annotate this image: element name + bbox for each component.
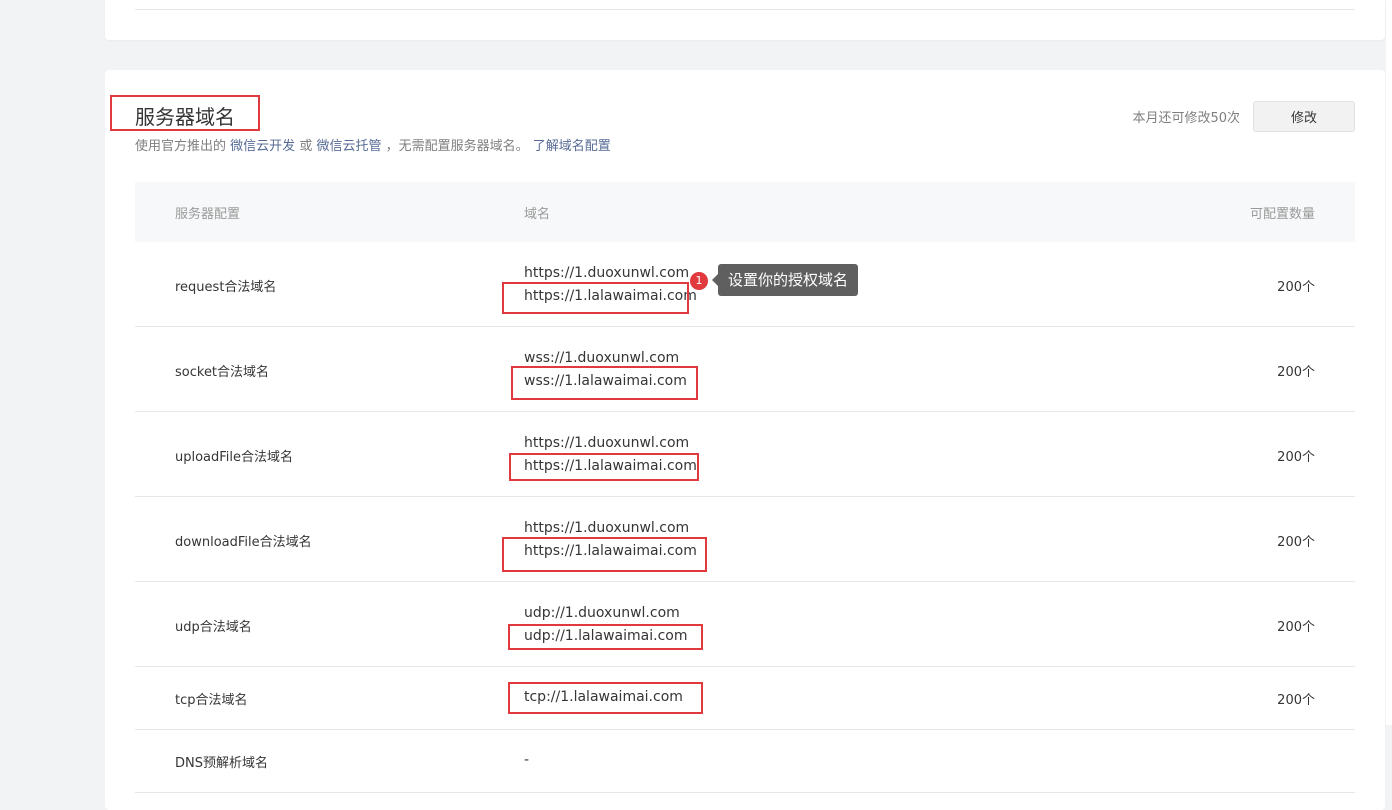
cloud-host-link[interactable]: 微信云托管 xyxy=(316,139,381,154)
domain-table: 服务器配置 域名 可配置数量 request合法域名 https://1.duo… xyxy=(135,182,1355,793)
row-name: downloadFile合法域名 xyxy=(175,535,312,550)
row-count: 200个 xyxy=(1277,620,1315,635)
row-name: uploadFile合法域名 xyxy=(175,450,294,465)
domain-primary: udp://1.duoxunwl.com xyxy=(524,605,680,621)
table-header: 服务器配置 域名 可配置数量 xyxy=(135,182,1355,242)
row-count: 200个 xyxy=(1277,693,1315,708)
divider xyxy=(135,9,1355,10)
domain-highlight-box xyxy=(502,282,689,314)
domain-highlight-box xyxy=(509,453,699,481)
domain-highlight-box xyxy=(508,682,703,714)
row-domains: - xyxy=(524,749,529,772)
domain-highlight-box xyxy=(508,624,703,650)
table-row: socket合法域名 wss://1.duoxunwl.com wss://1.… xyxy=(135,327,1355,412)
row-name: udp合法域名 xyxy=(175,620,252,635)
desc-prefix: 使用官方推出的 xyxy=(135,139,227,154)
header-domain: 域名 xyxy=(524,207,551,222)
row-count: 200个 xyxy=(1277,280,1315,295)
server-domain-card: 服务器域名 使用官方推出的 微信云开发 或 微信云托管 ，无需配置服务器域名。 … xyxy=(105,70,1385,810)
row-count: 200个 xyxy=(1277,450,1315,465)
section-title: 服务器域名 xyxy=(135,105,235,129)
row-count: 200个 xyxy=(1277,535,1315,550)
learn-domain-link[interactable]: 了解域名配置 xyxy=(533,139,611,154)
section-description: 使用官方推出的 微信云开发 或 微信云托管 ，无需配置服务器域名。 了解域名配置 xyxy=(135,138,611,156)
row-name: socket合法域名 xyxy=(175,365,270,380)
header-config: 服务器配置 xyxy=(175,207,241,222)
header-count: 可配置数量 xyxy=(1249,207,1315,222)
table-row: udp合法域名 udp://1.duoxunwl.com udp://1.lal… xyxy=(135,582,1355,667)
previous-section-card xyxy=(105,0,1385,40)
domain-primary: - xyxy=(524,752,530,768)
table-row: request合法域名 https://1.duoxunwl.com https… xyxy=(135,242,1355,327)
annotation-tooltip: 设置你的授权域名 xyxy=(711,264,859,296)
table-row: downloadFile合法域名 https://1.duoxunwl.com … xyxy=(135,497,1355,582)
cloud-dev-link[interactable]: 微信云开发 xyxy=(230,139,295,154)
row-name: DNS预解析域名 xyxy=(175,756,268,771)
table-row: uploadFile合法域名 https://1.duoxunwl.com ht… xyxy=(135,412,1355,497)
modify-quota-text: 本月还可修改50次 xyxy=(1132,111,1240,126)
row-count: 200个 xyxy=(1277,365,1315,380)
desc-suffix: ，无需配置服务器域名。 xyxy=(385,139,529,154)
scrollbar[interactable] xyxy=(1386,0,1392,725)
domain-highlight-box xyxy=(511,366,698,400)
row-name: tcp合法域名 xyxy=(175,693,248,708)
domain-primary: https://1.duoxunwl.com xyxy=(524,435,690,451)
table-row: tcp合法域名 tcp://1.lalawaimai.com 200个 xyxy=(135,667,1355,730)
table-row: DNS预解析域名 - xyxy=(135,730,1355,793)
desc-or: 或 xyxy=(299,139,313,154)
step-badge: 1 xyxy=(690,272,708,290)
modify-button[interactable]: 修改 xyxy=(1253,101,1355,132)
row-name: request合法域名 xyxy=(175,280,277,295)
domain-highlight-box xyxy=(502,537,707,572)
